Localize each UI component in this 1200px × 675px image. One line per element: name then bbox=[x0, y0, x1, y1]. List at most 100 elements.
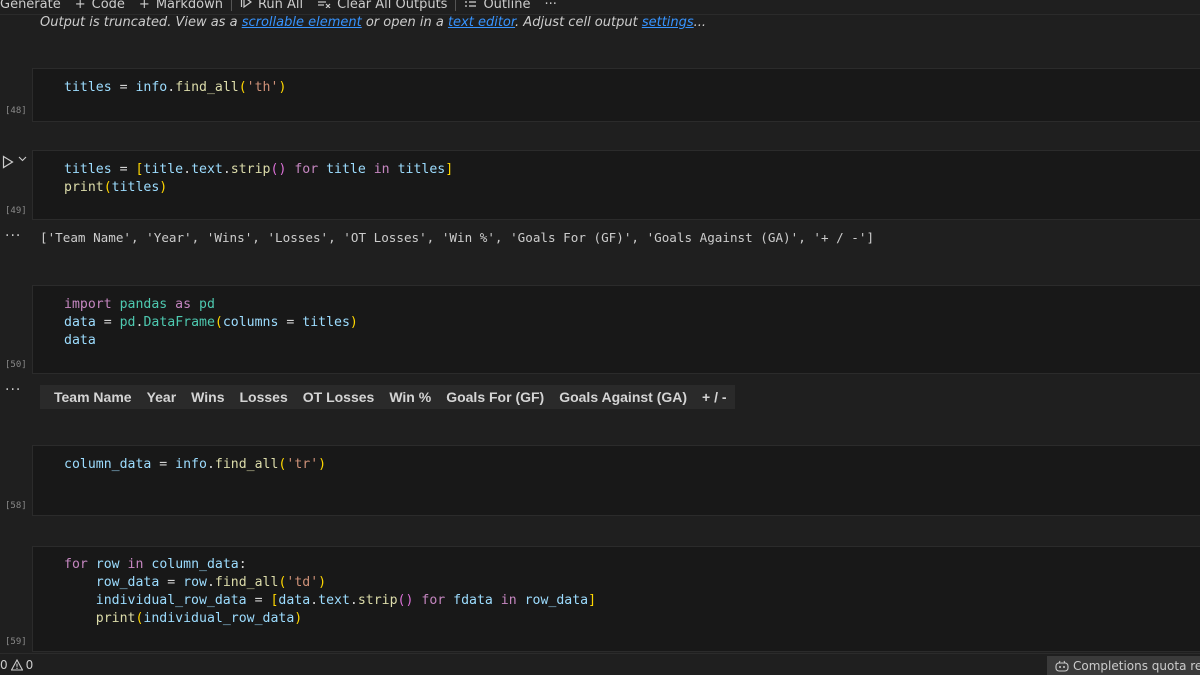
code-line: data = pd.DataFrame(columns = titles) bbox=[64, 314, 358, 332]
code-line: print(individual_row_data) bbox=[64, 610, 302, 628]
code-token: . bbox=[206, 457, 215, 472]
copilot-status-label: Completions quota reached bbox=[1073, 658, 1200, 673]
code-token: titles bbox=[397, 162, 446, 177]
code-token: = bbox=[95, 315, 120, 330]
settings-link[interactable]: settings bbox=[642, 15, 694, 30]
dataframe-column-header: Team Name bbox=[54, 389, 132, 405]
code-token: () bbox=[270, 162, 287, 177]
code-token: = bbox=[111, 80, 136, 95]
code-token: find_all bbox=[214, 575, 279, 590]
code-token: ] bbox=[588, 593, 597, 608]
code-token: titles bbox=[64, 162, 112, 177]
code-token: print bbox=[95, 611, 136, 626]
code-line: row_data = row.find_all('td') bbox=[64, 574, 326, 592]
code-token: column_data bbox=[64, 457, 152, 472]
status-bar: 0 0 Completions quota reached bbox=[0, 653, 1200, 675]
code-token: . bbox=[183, 162, 192, 177]
generate-label: Generate bbox=[0, 0, 61, 12]
code-token: 'th' bbox=[246, 80, 279, 95]
code-token: . bbox=[167, 80, 176, 95]
code-token: print bbox=[64, 180, 104, 195]
code-token: find_all bbox=[214, 457, 279, 472]
cell-output-text: ['Team Name', 'Year', 'Wins', 'Losses', … bbox=[40, 230, 875, 245]
code-token: text bbox=[191, 162, 223, 177]
plus-icon: + bbox=[138, 0, 150, 12]
output-more-icon[interactable]: ··· bbox=[5, 382, 21, 398]
code-token: columns bbox=[222, 315, 279, 330]
run-cell-icon[interactable] bbox=[2, 154, 14, 169]
notebook-toolbar: Generate + Code + Markdown Run All Clear… bbox=[0, 0, 1200, 15]
code-token: 'tr' bbox=[286, 457, 319, 472]
dataframe-column-header: Goals Against (GA) bbox=[559, 389, 688, 405]
code-line: for row in column_data: bbox=[64, 556, 247, 574]
chevron-down-icon[interactable] bbox=[18, 154, 27, 166]
run-all-button[interactable]: Run All bbox=[240, 0, 303, 12]
dataframe-column-header: Goals For (GF) bbox=[446, 389, 545, 405]
code-token: row_data bbox=[524, 593, 589, 608]
code-line: print(titles) bbox=[64, 179, 167, 197]
code-token: DataFrame bbox=[143, 315, 215, 330]
execution-count: [48] bbox=[5, 106, 27, 116]
code-token: for bbox=[286, 162, 327, 177]
add-markdown-button[interactable]: + Markdown bbox=[139, 0, 223, 12]
code-line: titles = [title.text.strip() for title i… bbox=[64, 161, 453, 179]
text-editor-link[interactable]: text editor bbox=[448, 15, 515, 30]
code-token: . bbox=[206, 575, 215, 590]
copilot-icon bbox=[1055, 660, 1069, 672]
code-token: ( bbox=[238, 80, 247, 95]
more-actions-button[interactable]: ··· bbox=[544, 0, 556, 12]
code-token: import bbox=[64, 297, 112, 312]
code-token: ) bbox=[318, 457, 327, 472]
truncated-prefix: Output is truncated. View as a bbox=[40, 15, 242, 30]
code-token: info bbox=[135, 80, 168, 95]
code-token: . bbox=[222, 162, 231, 177]
add-code-label: Code bbox=[91, 0, 125, 12]
generate-button[interactable]: Generate bbox=[0, 0, 61, 12]
add-code-button[interactable]: + Code bbox=[75, 0, 125, 12]
execution-count: [59] bbox=[5, 637, 27, 647]
code-token: strip bbox=[357, 593, 398, 608]
scrollable-element-link[interactable]: scrollable element bbox=[242, 15, 362, 30]
code-token: ( bbox=[103, 180, 112, 195]
code-token: = bbox=[111, 162, 136, 177]
code-token: = bbox=[246, 593, 271, 608]
code-token: in bbox=[119, 557, 152, 572]
code-token: ( bbox=[214, 315, 223, 330]
copilot-status[interactable]: Completions quota reached bbox=[1047, 656, 1200, 675]
clear-outputs-button[interactable]: Clear All Outputs bbox=[317, 0, 447, 12]
output-more-icon[interactable]: ··· bbox=[5, 228, 21, 244]
code-token: = bbox=[278, 315, 303, 330]
dataframe-column-header: Losses bbox=[239, 389, 288, 405]
add-markdown-label: Markdown bbox=[155, 0, 223, 12]
code-token: data bbox=[64, 333, 96, 348]
outline-button[interactable]: Outline bbox=[464, 0, 530, 12]
code-token: titles bbox=[111, 180, 160, 195]
dataframe-header-row: Team Name Year Wins Losses OT Losses Win… bbox=[40, 385, 735, 409]
plus-icon: + bbox=[74, 0, 86, 12]
code-token: text bbox=[318, 593, 350, 608]
code-token: individual_row_data bbox=[143, 611, 295, 626]
code-token: pandas bbox=[119, 297, 168, 312]
clear-outputs-label: Clear All Outputs bbox=[337, 0, 448, 12]
code-token: info bbox=[175, 457, 207, 472]
warning-count: 0 bbox=[25, 657, 34, 672]
outline-label: Outline bbox=[483, 0, 531, 12]
code-token: in bbox=[492, 593, 525, 608]
truncated-output-message: Output is truncated. View as a scrollabl… bbox=[40, 15, 706, 30]
dataframe-column-header: Win % bbox=[389, 389, 432, 405]
code-token: : bbox=[238, 557, 247, 572]
code-token: 'td' bbox=[286, 575, 319, 590]
code-token: title bbox=[326, 162, 366, 177]
warning-icon bbox=[10, 658, 23, 671]
code-token: fdata bbox=[453, 593, 493, 608]
truncated-middle: or open in a bbox=[361, 15, 448, 30]
dataframe-column-header: + / - bbox=[702, 389, 727, 405]
code-token: data bbox=[64, 315, 96, 330]
code-token: individual_row_data bbox=[95, 593, 247, 608]
code-token: () bbox=[397, 593, 414, 608]
problems-indicator[interactable]: 0 0 bbox=[0, 658, 33, 672]
code-token: = bbox=[159, 575, 184, 590]
code-token: pd bbox=[119, 315, 136, 330]
